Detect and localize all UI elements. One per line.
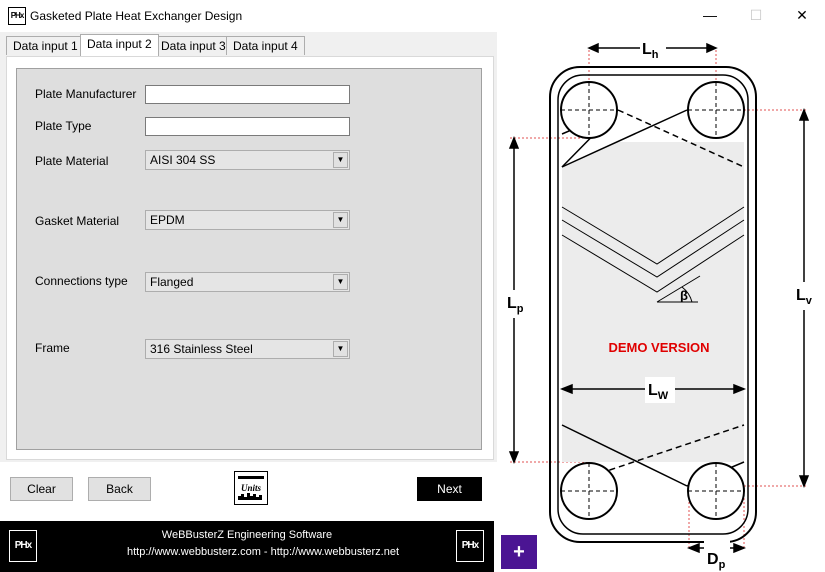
- footer-urls: http://www.webbusterz.com - http://www.w…: [126, 546, 400, 558]
- window-title: Gasketed Plate Heat Exchanger Design: [30, 9, 243, 23]
- dp-subscript: p: [719, 559, 726, 571]
- minimize-button[interactable]: —: [687, 0, 733, 32]
- dp-label: D: [707, 551, 719, 568]
- lv-label: L: [796, 287, 806, 304]
- footer-logo-right-icon: PHx: [456, 530, 484, 562]
- plate-type-label: Plate Type: [35, 119, 92, 133]
- plate-manufacturer-input[interactable]: [145, 85, 350, 104]
- footer-banner: PHx WeBBusterZ Engineering Software http…: [0, 521, 494, 572]
- lp-subscript: p: [517, 303, 524, 315]
- tab-data-input-3[interactable]: Data input 3: [154, 36, 233, 55]
- next-button[interactable]: Next: [417, 477, 482, 501]
- lh-label: L: [642, 41, 652, 58]
- dropdown-arrow-icon[interactable]: ▼: [333, 274, 348, 290]
- connections-type-value: Flanged: [150, 275, 194, 289]
- connections-type-label: Connections type: [35, 274, 128, 288]
- clear-button[interactable]: Clear: [10, 477, 73, 501]
- lv-subscript: v: [806, 295, 813, 307]
- title-bar: PHx Gasketed Plate Heat Exchanger Design…: [0, 0, 825, 32]
- app-logo-icon: PHx: [8, 7, 26, 25]
- gasket-material-label: Gasket Material: [35, 214, 120, 228]
- units-icon: Units: [236, 473, 266, 503]
- back-button[interactable]: Back: [88, 477, 151, 501]
- units-button[interactable]: Units: [234, 471, 268, 505]
- dropdown-arrow-icon[interactable]: ▼: [333, 212, 348, 228]
- flow-field: [562, 142, 744, 462]
- footer-company: WeBBusterZ Engineering Software: [161, 529, 333, 541]
- plate-diagram: β Lh Lp Lv LW Dp DEMO VERSION: [504, 38, 818, 571]
- tab-data-input-2[interactable]: Data input 2: [80, 34, 159, 56]
- connections-type-select[interactable]: Flanged ▼: [145, 272, 350, 292]
- tab-data-input-1[interactable]: Data input 1: [6, 36, 85, 55]
- dropdown-arrow-icon[interactable]: ▼: [333, 152, 348, 168]
- plate-material-select[interactable]: AISI 304 SS ▼: [145, 150, 350, 170]
- frame-select[interactable]: 316 Stainless Steel ▼: [145, 339, 350, 359]
- demo-version-label: DEMO VERSION: [608, 340, 709, 355]
- plate-material-value: AISI 304 SS: [150, 153, 216, 167]
- frame-value: 316 Stainless Steel: [150, 342, 253, 356]
- gasket-material-select[interactable]: EPDM ▼: [145, 210, 350, 230]
- tab-data-input-4[interactable]: Data input 4: [226, 36, 305, 55]
- svg-text:Units: Units: [241, 483, 262, 493]
- gasket-material-value: EPDM: [150, 213, 185, 227]
- close-button[interactable]: ✕: [779, 0, 825, 32]
- dropdown-arrow-icon[interactable]: ▼: [333, 341, 348, 357]
- maximize-button: ☐: [749, 7, 763, 23]
- lh-subscript: h: [652, 49, 659, 61]
- beta-angle-label: β: [680, 288, 688, 303]
- lw-label: L: [648, 382, 658, 399]
- lw-subscript: W: [658, 390, 669, 402]
- frame-label: Frame: [35, 341, 70, 355]
- lp-label: L: [507, 295, 517, 312]
- plate-type-input[interactable]: [145, 117, 350, 136]
- plate-material-label: Plate Material: [35, 154, 109, 168]
- plate-manufacturer-label: Plate Manufacturer: [35, 87, 137, 101]
